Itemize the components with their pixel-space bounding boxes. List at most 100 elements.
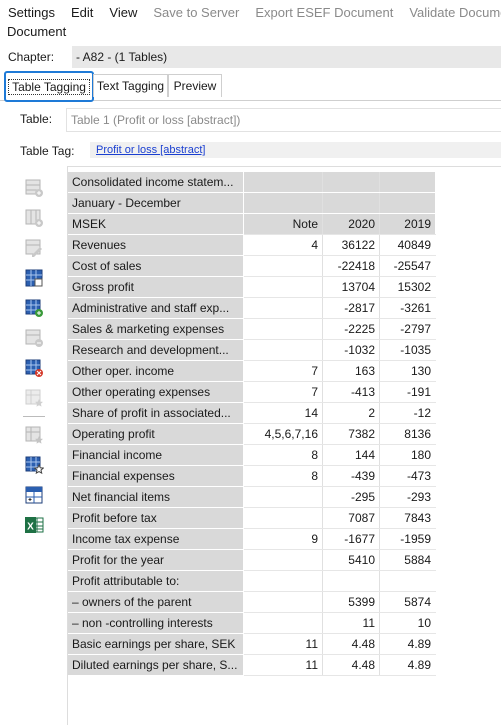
year-2019-cell[interactable]: [379, 570, 436, 592]
table-tag-link[interactable]: Profit or loss [abstract]: [96, 144, 205, 156]
note-cell[interactable]: [243, 339, 323, 361]
row-label-cell[interactable]: – non -controlling interests: [68, 612, 244, 634]
year-2019-cell[interactable]: 8136: [379, 423, 436, 445]
year-2019-cell[interactable]: 180: [379, 444, 436, 466]
tab-text-tagging[interactable]: Text Tagging: [93, 74, 168, 97]
year-2019-cell[interactable]: 4.89: [379, 633, 436, 655]
year-2020-cell[interactable]: [322, 172, 380, 193]
note-cell[interactable]: 8: [243, 444, 323, 466]
year-2020-cell[interactable]: 2020: [322, 213, 380, 235]
note-cell[interactable]: 11: [243, 633, 323, 655]
menu-validate-document[interactable]: Validate Document: [401, 5, 501, 20]
year-2019-cell[interactable]: -473: [379, 465, 436, 487]
year-2019-cell[interactable]: 130: [379, 360, 436, 382]
note-cell[interactable]: [243, 297, 323, 319]
note-cell[interactable]: 11: [243, 654, 323, 676]
row-label-cell[interactable]: Consolidated income statem...: [68, 172, 244, 193]
menu-export-esef-document[interactable]: Export ESEF Document: [247, 5, 401, 20]
year-2020-cell[interactable]: -2817: [322, 297, 380, 319]
year-2019-cell[interactable]: -12: [379, 402, 436, 424]
chapter-select[interactable]: - A82 - (1 Tables): [72, 46, 501, 68]
remove-row-icon[interactable]: [22, 326, 46, 350]
year-2020-cell[interactable]: 2: [322, 402, 380, 424]
row-label-cell[interactable]: Sales & marketing expenses: [68, 318, 244, 340]
note-cell[interactable]: 9: [243, 528, 323, 550]
note-cell[interactable]: [243, 276, 323, 298]
year-2019-cell[interactable]: 15302: [379, 276, 436, 298]
year-2020-cell[interactable]: 4.48: [322, 633, 380, 655]
year-2020-cell[interactable]: -2225: [322, 318, 380, 340]
year-2019-cell[interactable]: -1035: [379, 339, 436, 361]
year-2019-cell[interactable]: -3261: [379, 297, 436, 319]
table-settings-icon[interactable]: [22, 453, 46, 477]
row-label-cell[interactable]: Income tax expense: [68, 528, 244, 550]
menu-view[interactable]: View: [101, 5, 145, 20]
year-2019-cell[interactable]: 5874: [379, 591, 436, 613]
year-2019-cell[interactable]: 4.89: [379, 654, 436, 676]
row-label-cell[interactable]: Diluted earnings per share, S...: [68, 654, 244, 676]
row-label-cell[interactable]: Gross profit: [68, 276, 244, 298]
year-2020-cell[interactable]: -439: [322, 465, 380, 487]
year-2019-cell[interactable]: 5884: [379, 549, 436, 571]
row-label-cell[interactable]: Administrative and staff exp...: [68, 297, 244, 319]
year-2020-cell[interactable]: 163: [322, 360, 380, 382]
row-label-cell[interactable]: Other oper. income: [68, 360, 244, 382]
year-2019-cell[interactable]: [379, 172, 436, 193]
year-2019-cell[interactable]: -2797: [379, 318, 436, 340]
year-2020-cell[interactable]: 5399: [322, 591, 380, 613]
table-select[interactable]: Table 1 (Profit or loss [abstract]): [66, 108, 501, 132]
row-label-cell[interactable]: Revenues: [68, 234, 244, 256]
row-label-cell[interactable]: Financial income: [68, 444, 244, 466]
note-cell[interactable]: 7: [243, 360, 323, 382]
note-cell[interactable]: [243, 507, 323, 529]
note-cell[interactable]: [243, 612, 323, 634]
note-cell[interactable]: [243, 486, 323, 508]
row-label-cell[interactable]: Profit before tax: [68, 507, 244, 529]
add-column-icon[interactable]: [22, 296, 46, 320]
year-2019-cell[interactable]: 2019: [379, 213, 436, 235]
add-row-icon[interactable]: [22, 176, 46, 200]
note-cell[interactable]: [243, 591, 323, 613]
menu-edit[interactable]: Edit: [63, 5, 101, 20]
note-cell[interactable]: [243, 192, 323, 214]
year-2019-cell[interactable]: -191: [379, 381, 436, 403]
year-2020-cell[interactable]: [322, 192, 380, 214]
year-2020-cell[interactable]: 7382: [322, 423, 380, 445]
row-label-cell[interactable]: Basic earnings per share, SEK: [68, 633, 244, 655]
year-2020-cell[interactable]: -22418: [322, 255, 380, 277]
table-properties-icon[interactable]: [22, 483, 46, 507]
note-cell[interactable]: 7: [243, 381, 323, 403]
tag-icon[interactable]: [22, 386, 46, 410]
year-2020-cell[interactable]: -295: [322, 486, 380, 508]
note-cell[interactable]: [243, 318, 323, 340]
year-2019-cell[interactable]: 10: [379, 612, 436, 634]
menu-save-to-server[interactable]: Save to Server: [145, 5, 247, 20]
year-2019-cell[interactable]: 7843: [379, 507, 436, 529]
tab-table-tagging[interactable]: Table Tagging: [4, 71, 94, 102]
table-grid-icon[interactable]: [22, 266, 46, 290]
row-label-cell[interactable]: Operating profit: [68, 423, 244, 445]
row-label-cell[interactable]: Research and development...: [68, 339, 244, 361]
untag-icon[interactable]: [22, 423, 46, 447]
year-2020-cell[interactable]: -1032: [322, 339, 380, 361]
row-label-cell[interactable]: January - December: [68, 192, 244, 214]
row-label-cell[interactable]: – owners of the parent: [68, 591, 244, 613]
note-cell[interactable]: [243, 172, 323, 193]
year-2020-cell[interactable]: -1677: [322, 528, 380, 550]
year-2020-cell[interactable]: -413: [322, 381, 380, 403]
menu-settings[interactable]: Settings: [0, 5, 63, 20]
year-2019-cell[interactable]: -25547: [379, 255, 436, 277]
year-2020-cell[interactable]: 13704: [322, 276, 380, 298]
note-cell[interactable]: [243, 570, 323, 592]
delete-icon[interactable]: [22, 356, 46, 380]
year-2019-cell[interactable]: [379, 192, 436, 214]
year-2019-cell[interactable]: -293: [379, 486, 436, 508]
row-label-cell[interactable]: Net financial items: [68, 486, 244, 508]
year-2020-cell[interactable]: [322, 570, 380, 592]
tab-preview[interactable]: Preview: [168, 74, 222, 97]
year-2020-cell[interactable]: 5410: [322, 549, 380, 571]
row-label-cell[interactable]: Financial expenses: [68, 465, 244, 487]
note-cell[interactable]: 4,5,6,7,16: [243, 423, 323, 445]
insert-row-icon[interactable]: [22, 206, 46, 230]
edit-row-icon[interactable]: [22, 236, 46, 260]
